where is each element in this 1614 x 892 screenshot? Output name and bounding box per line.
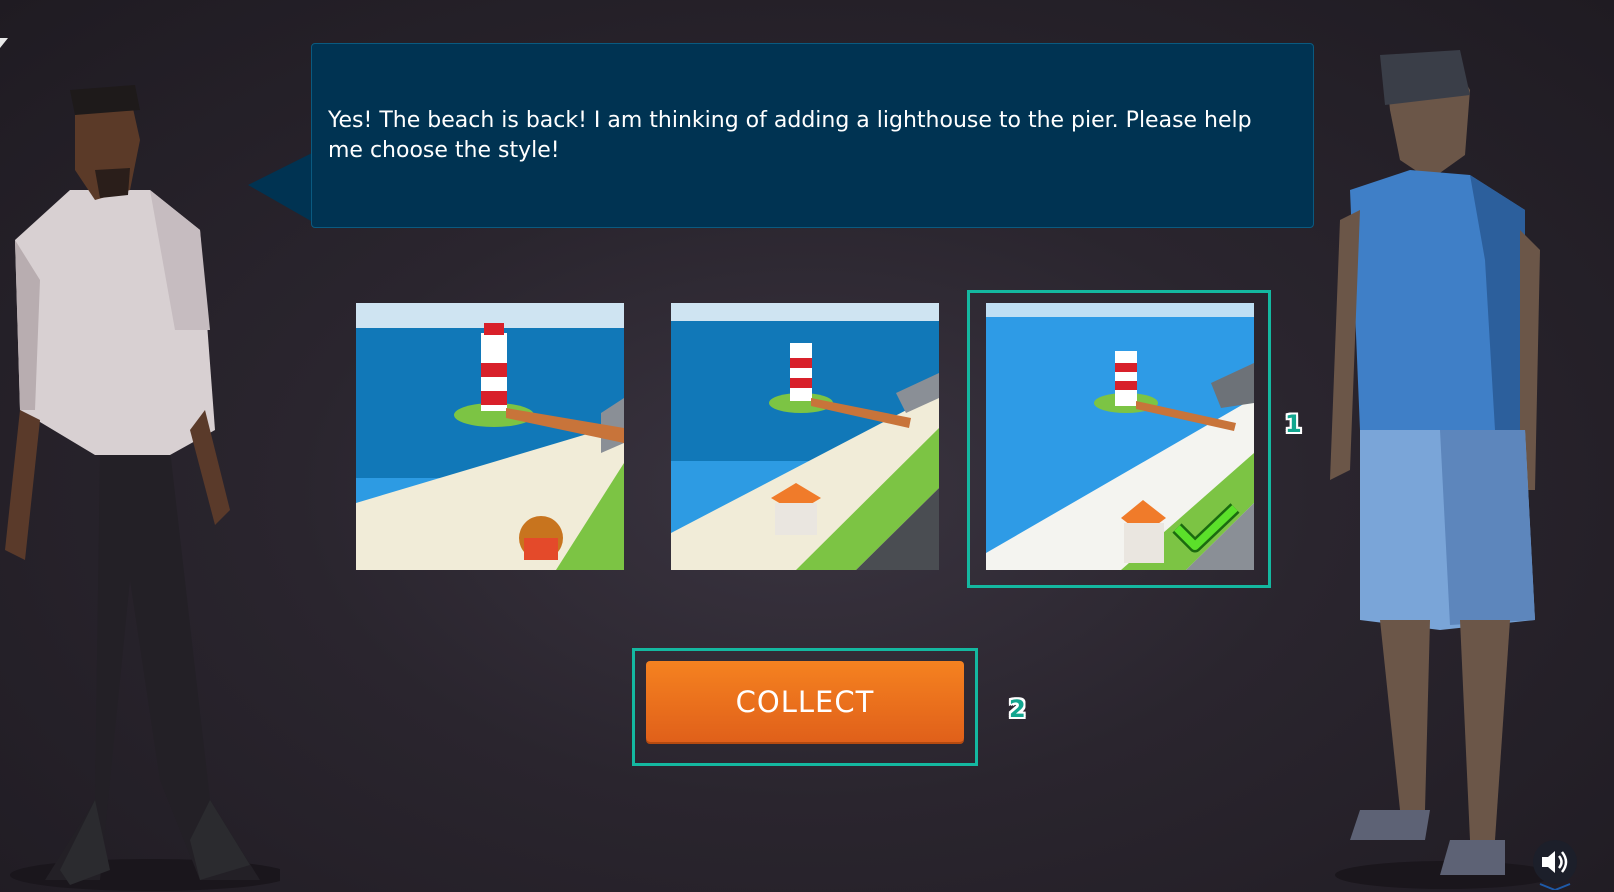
npc-character-left	[5, 85, 280, 891]
lighthouse-choice-1[interactable]	[356, 303, 624, 570]
mouse-cursor	[0, 38, 8, 48]
selected-choice-highlight	[967, 290, 1271, 588]
dialog-message: Yes! The beach is back! I am thinking of…	[328, 108, 1252, 163]
npc-character-right	[1330, 50, 1555, 889]
lighthouse-style-2-image	[671, 303, 939, 570]
collect-button[interactable]: COLLECT	[646, 661, 964, 742]
speaker-icon[interactable]	[1530, 840, 1580, 890]
dialog-bubble-tail	[248, 150, 318, 225]
dialog-bubble: Yes! The beach is back! I am thinking of…	[311, 43, 1314, 228]
marker-label-2: 2	[1009, 695, 1026, 723]
marker-label-1: 1	[1285, 410, 1302, 438]
lighthouse-style-1-image	[356, 303, 624, 570]
lighthouse-choice-2[interactable]	[671, 303, 939, 570]
